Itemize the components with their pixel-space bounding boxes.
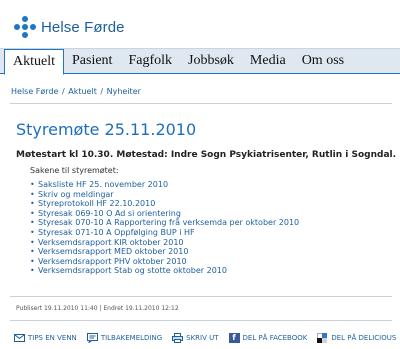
list-item: • Styresak 070-10 A Rapportering frå verk… [30, 218, 299, 228]
breadcrumb-separator: / [100, 87, 106, 96]
list-item: • Styreprotokoll HF 22.10.2010 [30, 199, 299, 209]
list-item: • Styresak 071-10 A Oppfølging BUP i HF [30, 228, 299, 238]
list-item: • Verksemdsrapport PHV oktober 2010 [30, 257, 299, 267]
bullet-icon: • [30, 189, 35, 199]
breadcrumb-aktuelt[interactable]: Aktuelt [68, 87, 97, 96]
print-icon [172, 333, 184, 343]
list-item: • Verksemdsrapport Stab og stotte oktober… [30, 266, 299, 276]
list-item: • Verksemdsrapport MED oktober 2010 [30, 247, 299, 257]
tab-om-oss[interactable]: Om oss [294, 49, 352, 74]
breadcrumb-home[interactable]: Helse Førde [11, 87, 58, 96]
feedback-icon [86, 333, 98, 344]
action-label: TILBAKEMELDING [100, 334, 163, 342]
delicious-icon [317, 333, 328, 343]
share-toolbar: TIPS EN VENN TILBAKEMELDING SKRIV UT f D… [14, 333, 400, 344]
share-facebook-button[interactable]: f DEL PÅ FACEBOOK [228, 333, 308, 343]
tab-media[interactable]: Media [242, 49, 294, 74]
bullet-icon: • [30, 218, 35, 228]
breadcrumb-nyheiter[interactable]: Nyheiter [107, 87, 141, 96]
site-header: Helse Førde [0, 0, 400, 48]
action-label: DEL PÅ FACEBOOK [242, 334, 308, 342]
tips-en-venn-button[interactable]: TIPS EN VENN [14, 333, 77, 343]
tab-pasient[interactable]: Pasient [64, 49, 120, 74]
breadcrumb-separator: / [61, 87, 68, 96]
documents-heading: Sakene til styremøtet: [30, 166, 119, 175]
divider [10, 296, 392, 297]
tab-jobbsok[interactable]: Jobbsøk [180, 49, 242, 74]
brand-name: Helse Førde [41, 18, 125, 36]
mail-icon [14, 333, 25, 343]
document-link[interactable]: Saksliste HF 25. november 2010 [38, 180, 168, 189]
share-delicious-button[interactable]: DEL PÅ DELICIOUS [317, 333, 396, 343]
list-item: • Saksliste HF 25. november 2010 [30, 180, 299, 190]
breadcrumb: Helse Førde / Aktuelt / Nyheiter [11, 87, 141, 96]
divider [10, 103, 392, 104]
skriv-ut-button[interactable]: SKRIV UT [172, 333, 219, 343]
list-item: • Styresak 069-10 O Ad si orientering [30, 209, 299, 219]
document-list: • Saksliste HF 25. november 2010 • Skriv o… [30, 180, 299, 276]
document-link[interactable]: Styresak 071-10 A Oppfølging BUP i HF [38, 228, 195, 237]
divider [10, 320, 392, 321]
list-item: • Skriv og meldingar [30, 190, 299, 200]
tilbakemelding-button[interactable]: TILBAKEMELDING [86, 333, 163, 344]
bullet-icon: • [30, 266, 35, 276]
document-link[interactable]: Styresak 070-10 A Rapportering frå verks… [38, 218, 299, 227]
document-link[interactable]: Verksemdsrapport Stab og stotte oktober … [38, 266, 227, 275]
action-label: DEL PÅ DELICIOUS [331, 334, 397, 342]
bullet-icon: • [30, 199, 35, 209]
bullet-icon: • [30, 227, 35, 237]
bullet-icon: • [30, 237, 35, 247]
document-link[interactable]: Verksemdsrapport KIR oktober 2010 [38, 238, 184, 247]
page-title: Styremøte 25.11.2010 [16, 120, 197, 139]
bullet-icon: • [30, 247, 35, 257]
facebook-icon: f [228, 333, 240, 343]
bullet-icon: • [30, 208, 35, 218]
publish-info: Publisert 19.11.2010 11:40 | Endret 19.1… [16, 305, 179, 312]
bullet-icon: • [30, 180, 35, 189]
article-intro: Møtestart kl 10.30. Møtestad: Indre Sogn… [16, 150, 397, 160]
tab-fagfolk[interactable]: Fagfolk [120, 49, 180, 74]
document-link[interactable]: Styreprotokoll HF 22.10.2010 [38, 199, 155, 208]
document-link[interactable]: Styresak 069-10 O Ad si orientering [38, 209, 181, 218]
tab-aktuelt[interactable]: Aktuelt [4, 49, 64, 75]
list-item: • Verksemdsrapport KIR oktober 2010 [30, 238, 299, 248]
site-logo[interactable]: Helse Førde [14, 16, 125, 38]
action-label: SKRIV UT [186, 334, 219, 342]
logo-icon [14, 16, 36, 38]
document-link[interactable]: Verksemdsrapport PHV oktober 2010 [38, 257, 187, 266]
main-nav: Aktuelt Pasient Fagfolk Jobbsøk Media Om… [0, 48, 400, 75]
document-link[interactable]: Verksemdsrapport MED oktober 2010 [38, 247, 188, 256]
document-link[interactable]: Skriv og meldingar [38, 190, 114, 199]
bullet-icon: • [30, 256, 35, 266]
action-label: TIPS EN VENN [28, 334, 77, 342]
